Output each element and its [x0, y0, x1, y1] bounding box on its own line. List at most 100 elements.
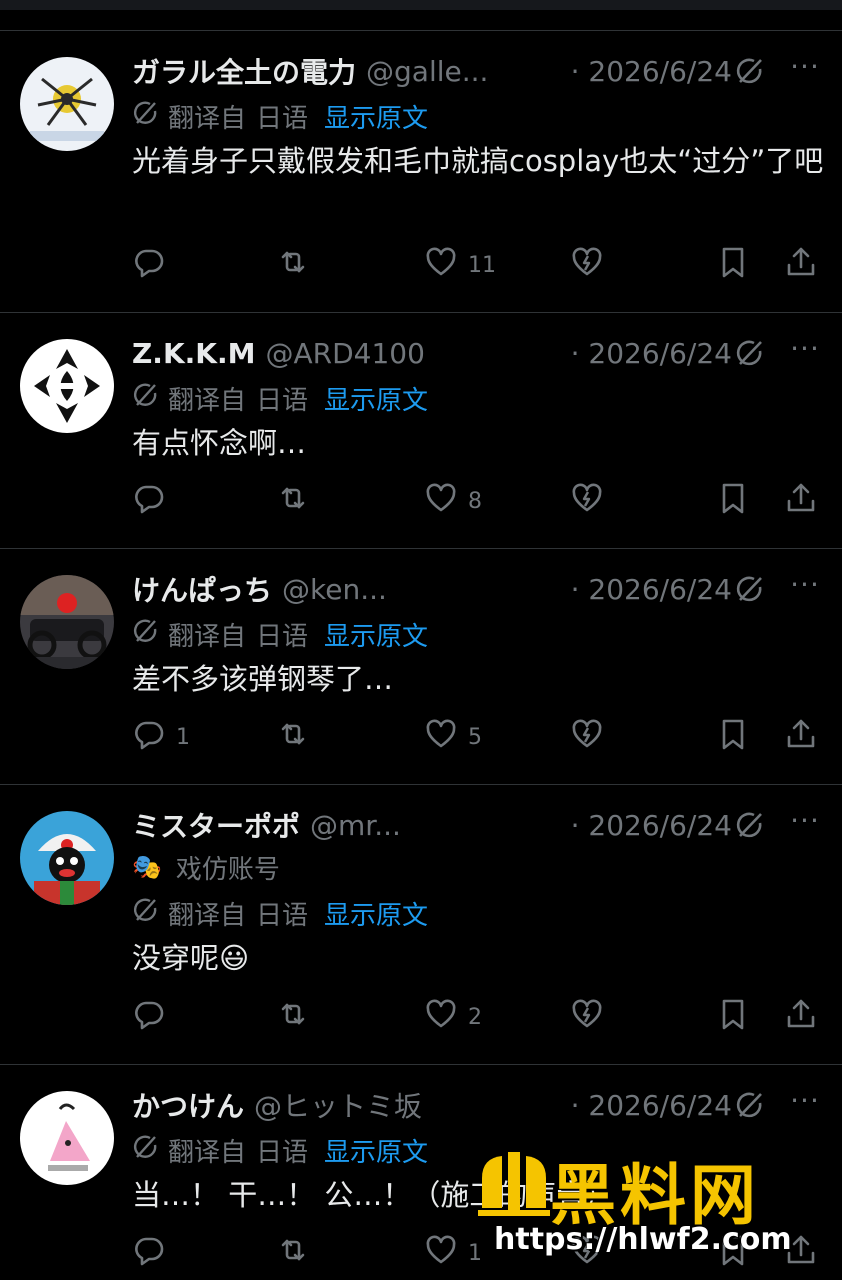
like-button[interactable]: 8 [424, 481, 482, 521]
retweet-button[interactable] [276, 1233, 320, 1273]
retweet-button[interactable] [276, 717, 320, 757]
user-handle[interactable]: @ARD4100 [265, 337, 562, 370]
user-name[interactable]: ガラル全土の電力 [132, 51, 356, 91]
grok-icon[interactable] [734, 809, 766, 841]
more-options-icon[interactable]: ··· [788, 571, 822, 605]
grok-icon[interactable] [734, 573, 766, 605]
tweet-header: かつけん @ヒットミ坂 · 2026/6/24 [132, 1085, 732, 1125]
like-button[interactable]: 5 [424, 717, 482, 757]
tweet-card[interactable]: ミスターポポ @mr... · 2026/6/24 ··· 🎭 戏仿账号 翻译自… [0, 784, 842, 1064]
share-button[interactable] [784, 481, 818, 521]
tweet-date[interactable]: · 2026/6/24 [571, 55, 732, 88]
user-name[interactable]: Z.K.K.M [132, 337, 255, 370]
like-count: 5 [468, 724, 482, 750]
parody-text: 戏仿账号 [175, 854, 280, 885]
tweet-date[interactable]: · 2026/6/24 [571, 809, 732, 842]
user-handle[interactable]: @ヒットミ坂 [254, 1085, 563, 1125]
user-handle[interactable]: @galle... [366, 55, 563, 88]
parody-label: 🎭 戏仿账号 [132, 849, 280, 885]
share-button[interactable] [784, 997, 818, 1037]
tweet-date[interactable]: · 2026/6/24 [571, 337, 732, 370]
translation-bar: 翻译自 日语 显示原文 [132, 97, 428, 135]
watermark-logo-icon [478, 1152, 550, 1216]
translate-icon [132, 1133, 168, 1168]
like-button[interactable]: 2 [424, 997, 482, 1037]
like-count: 11 [468, 252, 496, 278]
like-count: 8 [468, 488, 482, 514]
avatar[interactable] [20, 339, 114, 433]
avatar[interactable] [20, 57, 114, 151]
tweet-header: ミスターポポ @mr... · 2026/6/24 [132, 805, 732, 845]
translated-from-label: 翻译自 [168, 1137, 247, 1168]
retweet-button[interactable] [276, 997, 320, 1037]
avatar[interactable] [20, 811, 114, 905]
heart-icon [424, 1233, 458, 1273]
more-options-icon[interactable]: ··· [788, 1087, 822, 1121]
user-name[interactable]: けんぱっち [132, 569, 272, 609]
reply-count: 1 [176, 724, 190, 750]
show-original-link[interactable]: 显示原文 [324, 98, 428, 135]
translated-from-label: 翻译自 [168, 621, 247, 652]
source-language: 日语 [256, 900, 309, 931]
grok-icon[interactable] [734, 55, 766, 87]
user-handle[interactable]: @mr... [310, 809, 563, 842]
source-language: 日语 [256, 385, 309, 416]
broken-heart-icon [570, 245, 604, 285]
more-options-icon[interactable]: ··· [788, 53, 822, 87]
action-bar: 11 [132, 245, 822, 285]
share-button[interactable] [784, 245, 818, 285]
reply-icon [132, 997, 166, 1037]
broken-heart-icon [570, 481, 604, 521]
reply-button[interactable] [132, 245, 176, 285]
tweet-card[interactable]: ガラル全土の電力 @galle... · 2026/6/24 ··· 翻译自 日… [0, 30, 842, 312]
user-handle[interactable]: @ken... [282, 573, 563, 606]
retweet-icon [276, 997, 310, 1037]
more-options-icon[interactable]: ··· [788, 807, 822, 841]
retweet-button[interactable] [276, 245, 320, 285]
analytics-button[interactable] [570, 997, 604, 1037]
tweet-header: Z.K.K.M @ARD4100 · 2026/6/24 [132, 333, 732, 373]
reply-button[interactable] [132, 997, 176, 1037]
like-button[interactable]: 1 [424, 1233, 482, 1273]
analytics-button[interactable] [570, 245, 604, 285]
tweet-date[interactable]: · 2026/6/24 [571, 1089, 732, 1122]
translation-bar: 翻译自 日语 显示原文 [132, 1131, 428, 1169]
analytics-button[interactable] [570, 717, 604, 757]
grok-icon[interactable] [734, 337, 766, 369]
like-button[interactable]: 11 [424, 245, 496, 285]
share-icon [784, 997, 818, 1037]
show-original-link[interactable]: 显示原文 [324, 616, 428, 653]
bookmark-icon [716, 481, 750, 521]
share-button[interactable] [784, 717, 818, 757]
tweet-card[interactable]: Z.K.K.M @ARD4100 · 2026/6/24 ··· 翻译自 日语 … [0, 312, 842, 548]
show-original-link[interactable]: 显示原文 [324, 895, 428, 932]
top-bar [0, 0, 842, 10]
user-name[interactable]: かつけん [132, 1085, 244, 1125]
retweet-icon [276, 245, 310, 285]
reply-button[interactable]: 1 [132, 717, 190, 757]
reply-button[interactable] [132, 481, 176, 521]
action-bar: 8 [132, 481, 822, 521]
avatar[interactable] [20, 575, 114, 669]
translate-icon [132, 617, 168, 652]
translation-bar: 翻译自 日语 显示原文 [132, 615, 428, 653]
bookmark-button[interactable] [716, 481, 750, 521]
tweet-date[interactable]: · 2026/6/24 [571, 573, 732, 606]
reply-icon [132, 717, 166, 757]
avatar[interactable] [20, 1091, 114, 1185]
bookmark-button[interactable] [716, 245, 750, 285]
user-name[interactable]: ミスターポポ [132, 805, 300, 845]
more-options-icon[interactable]: ··· [788, 335, 822, 369]
bookmark-icon [716, 245, 750, 285]
show-original-link[interactable]: 显示原文 [324, 380, 428, 417]
grok-icon[interactable] [734, 1089, 766, 1121]
reply-button[interactable] [132, 1233, 176, 1273]
show-original-link[interactable]: 显示原文 [324, 1132, 428, 1169]
analytics-button[interactable] [570, 481, 604, 521]
reply-icon [132, 1233, 166, 1273]
bookmark-button[interactable] [716, 997, 750, 1037]
heart-icon [424, 245, 458, 285]
tweet-card[interactable]: けんぱっち @ken... · 2026/6/24 ··· 翻译自 日语 显示原… [0, 548, 842, 784]
retweet-button[interactable] [276, 481, 320, 521]
bookmark-button[interactable] [716, 717, 750, 757]
